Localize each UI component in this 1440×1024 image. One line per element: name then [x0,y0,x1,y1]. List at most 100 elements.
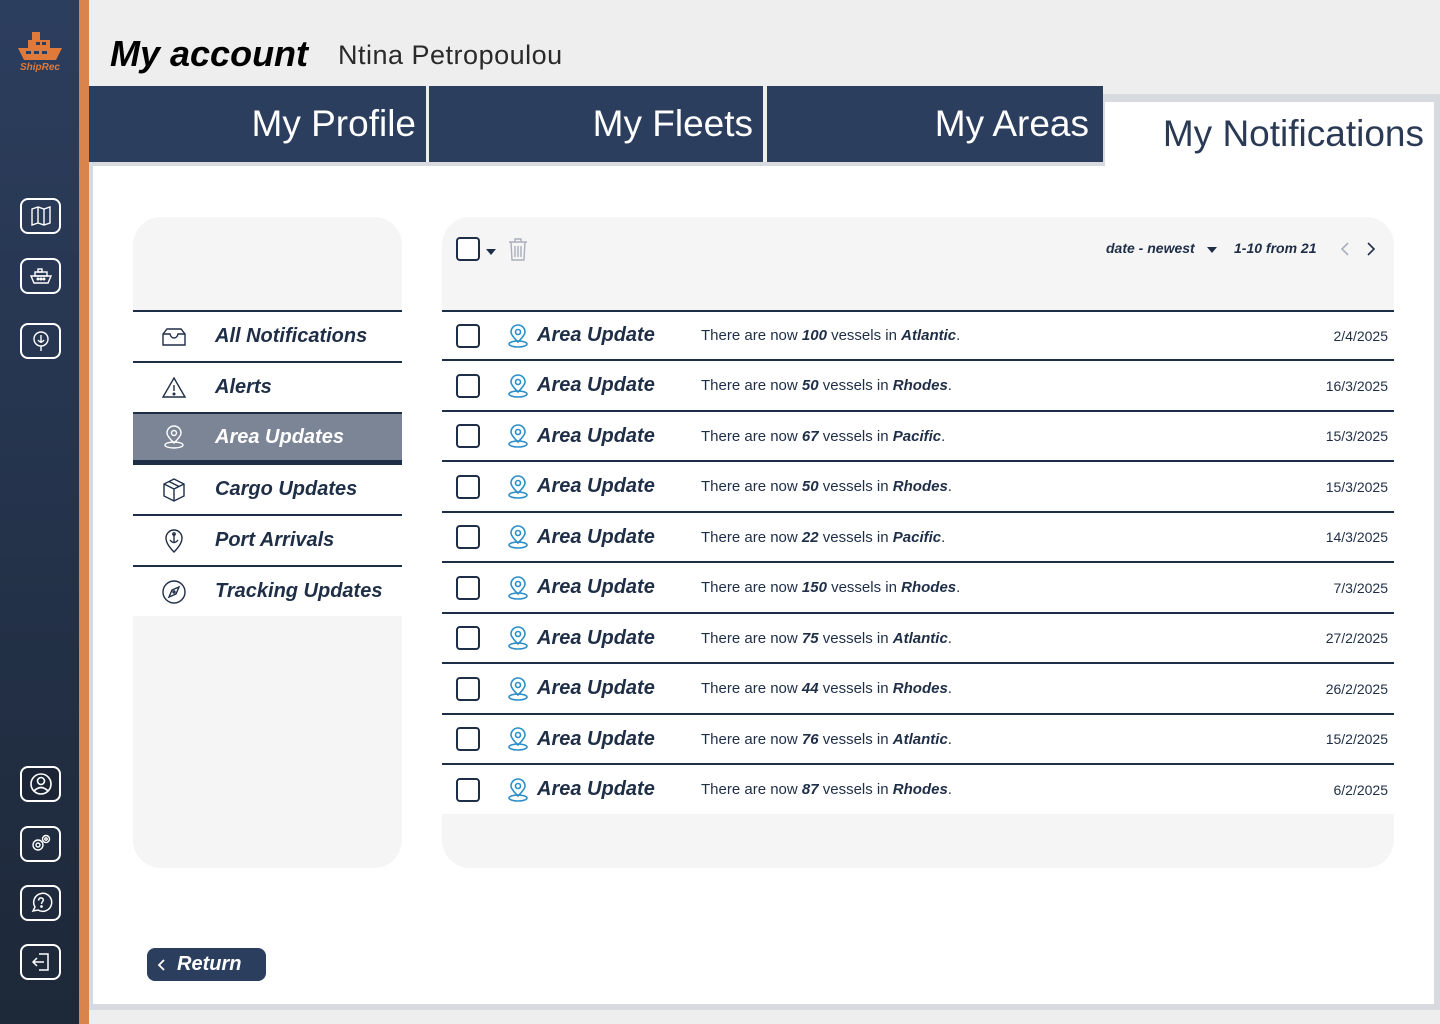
notification-row[interactable]: Area Update There are now 150 vessels in … [442,561,1394,612]
sidebar: ShipRec [0,0,79,1024]
notification-title: Area Update [537,576,655,598]
row-checkbox[interactable] [456,525,480,549]
text-mid: vessels in [818,528,893,546]
notification-date: 26/2/2025 [1325,680,1388,697]
sort-caret-icon[interactable] [1207,247,1217,253]
notification-text: There are now 67 vessels in Pacific. [701,428,945,445]
location-pin-icon [508,474,528,499]
text-prefix: There are now [701,528,802,546]
location-pin-icon [164,425,184,449]
row-checkbox[interactable] [456,424,480,448]
notification-row[interactable]: Area Update There are now 22 vessels in P… [442,511,1394,561]
notification-row[interactable]: Area Update There are now 76 vessels in A… [442,713,1394,763]
trash-icon[interactable] [506,236,530,262]
chevron-left-icon [157,958,165,971]
row-checkbox[interactable] [456,727,480,751]
area-name: Atlantic [892,629,948,647]
area-name: Rhodes [892,377,948,394]
area-name: Pacific [892,427,942,445]
row-checkbox[interactable] [456,474,480,499]
notification-row[interactable]: Area Update There are now 75 vessels in A… [442,612,1394,662]
vessel-count: 22 [801,528,819,546]
port-icon [32,331,49,351]
text-suffix: . [941,427,946,445]
select-options-caret-icon[interactable] [486,249,496,255]
row-checkbox[interactable] [456,373,480,398]
vessel-count: 100 [801,327,827,344]
area-name: Atlantic [892,730,948,748]
fleet-nav-button[interactable] [20,258,61,294]
help-nav-button[interactable] [20,885,61,921]
location-pin-icon [508,575,528,600]
notification-text: There are now 87 vessels in Rhodes. [701,781,952,798]
chevron-right-icon[interactable] [1364,240,1378,258]
text-mid: vessels in [818,781,893,798]
category-cargo-updates[interactable]: Cargo Updates [133,463,402,514]
category-all-notifications[interactable]: All Notifications [133,310,402,361]
text-suffix: . [947,730,952,748]
sort-dropdown[interactable]: date - newest [1106,240,1195,256]
notification-text: There are now 44 vessels in Rhodes. [701,680,952,697]
logout-nav-button[interactable] [20,944,61,980]
user-name: Ntina Petropoulou [338,40,563,70]
notification-row[interactable]: Area Update There are now 50 vessels in R… [442,460,1394,511]
notification-title: Area Update [537,626,655,649]
port-anchor-icon [165,528,183,553]
notification-row[interactable]: Area Update There are now 50 vessels in R… [442,359,1394,410]
settings-nav-button[interactable] [20,826,61,862]
port-nav-button[interactable] [20,323,61,359]
row-checkbox[interactable] [456,575,480,600]
category-label: Area Updates [215,425,344,448]
return-label: Return [177,953,242,975]
bottom-strip [89,1010,1440,1024]
text-prefix: There are now [701,579,802,596]
notification-row[interactable]: Area Update There are now 87 vessels in R… [442,763,1394,814]
text-suffix: . [947,680,952,697]
category-label: Tracking Updates [215,580,383,602]
return-button[interactable]: Return [147,948,266,981]
account-nav-button[interactable] [20,766,61,802]
text-prefix: There are now [701,478,802,495]
notification-row[interactable]: Area Update There are now 100 vessels in … [442,310,1394,359]
notification-title: Area Update [537,374,655,396]
area-name: Rhodes [901,579,957,596]
cargo-box-icon [163,477,185,502]
notification-date: 15/3/2025 [1325,478,1388,495]
location-pin-icon [508,525,528,549]
notification-row[interactable]: Area Update There are now 67 vessels in P… [442,410,1394,460]
tab-my-fleets[interactable]: My Fleets [429,86,763,162]
category-alerts[interactable]: Alerts [133,361,402,412]
sidebar-accent-bar [79,0,89,1024]
text-mid: vessels in [818,478,893,495]
tab-my-notifications[interactable]: My Notifications [1103,94,1440,166]
tab-my-profile[interactable]: My Profile [89,86,426,162]
row-checkbox[interactable] [456,323,480,348]
notification-row[interactable]: Area Update There are now 44 vessels in R… [442,662,1394,713]
page-title: My account [110,33,309,74]
text-suffix: . [947,377,952,394]
notification-date: 6/2/2025 [1333,781,1389,798]
chevron-left-icon[interactable] [1338,240,1352,258]
map-nav-button[interactable] [20,198,61,234]
category-port-arrivals[interactable]: Port Arrivals [133,514,402,565]
notification-date: 7/3/2025 [1333,579,1389,596]
logo-text: ShipRec [19,62,60,73]
logout-icon [31,953,49,971]
select-all-checkbox[interactable] [456,237,480,261]
area-name: Pacific [892,528,942,546]
shiprec-logo[interactable]: ShipRec [8,28,72,78]
tab-my-areas[interactable]: My Areas [767,86,1103,162]
row-checkbox[interactable] [456,626,480,650]
notification-date: 16/3/2025 [1325,377,1388,394]
vessel-count: 75 [801,629,819,647]
text-prefix: There are now [701,427,802,445]
category-tracking-updates[interactable]: Tracking Updates [133,565,402,616]
notification-text: There are now 100 vessels in Atlantic. [701,327,960,344]
text-mid: vessels in [818,427,893,445]
vessel-count: 67 [801,427,819,445]
location-pin-icon [508,323,528,348]
category-area-updates[interactable]: Area Updates [133,412,402,463]
row-checkbox[interactable] [456,676,480,701]
row-checkbox[interactable] [456,777,480,802]
location-pin-icon [508,424,528,448]
